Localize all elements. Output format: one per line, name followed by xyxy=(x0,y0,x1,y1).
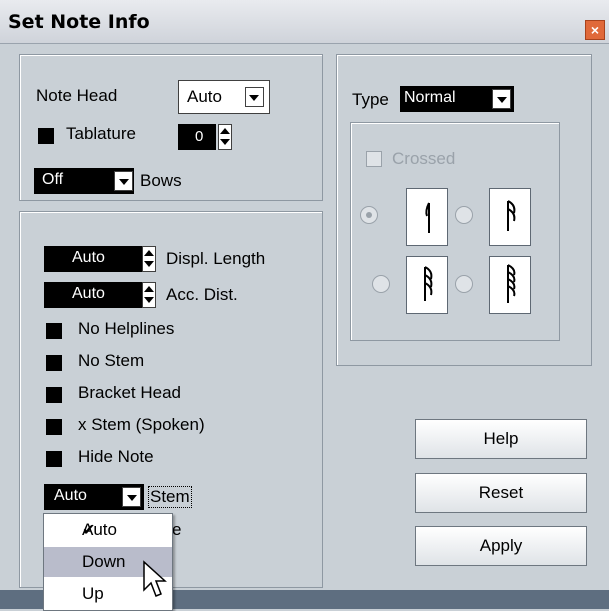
note-head-combo[interactable]: Auto xyxy=(178,80,270,114)
flag-note-icon[interactable] xyxy=(406,188,448,246)
quad-flag-note-icon[interactable] xyxy=(489,256,531,314)
hide-note-label: Hide Note xyxy=(78,447,154,466)
note-head-label: Note Head xyxy=(36,86,118,105)
title-bar[interactable]: Set Note Info × xyxy=(0,0,609,44)
reset-button[interactable]: Reset xyxy=(415,473,587,513)
tablature-label: Tablature xyxy=(66,124,136,143)
bracket-head-label: Bracket Head xyxy=(78,383,181,402)
stem-style-radio-1[interactable] xyxy=(360,206,378,224)
bows-combo[interactable]: Off xyxy=(34,168,134,194)
displ-length-value: Auto xyxy=(72,249,105,266)
window-title: Set Note Info xyxy=(8,11,150,33)
tablature-value-field[interactable]: 0 xyxy=(178,124,216,150)
displ-length-label: Displ. Length xyxy=(166,249,266,268)
triple-flag-note-icon[interactable] xyxy=(406,256,448,314)
double-flag-note-icon[interactable] xyxy=(489,188,531,246)
bows-value: Off xyxy=(42,171,64,188)
stem-value: Auto xyxy=(54,487,87,504)
close-icon[interactable]: × xyxy=(585,20,605,40)
x-stem-label: x Stem (Spoken) xyxy=(78,415,205,434)
note-head-value: Auto xyxy=(187,87,222,106)
bracket-head-checkbox[interactable] xyxy=(46,387,62,403)
stem-combo[interactable]: Auto xyxy=(44,484,144,510)
crossed-checkbox[interactable] xyxy=(366,151,382,167)
bows-label: Bows xyxy=(140,171,182,190)
crossed-label: Crossed xyxy=(392,149,456,168)
acc-dist-label: Acc. Dist. xyxy=(166,285,238,304)
stem-style-radio-2[interactable] xyxy=(455,206,473,224)
no-helplines-label: No Helplines xyxy=(78,319,175,338)
menu-item-up-label: Up xyxy=(82,584,104,603)
stem-style-radio-4[interactable] xyxy=(455,275,473,293)
displ-length-spinner[interactable] xyxy=(142,246,156,272)
stem-label: Stem xyxy=(148,486,192,508)
no-stem-label: No Stem xyxy=(78,351,145,370)
obscured-label-tail: e xyxy=(172,520,182,539)
x-stem-checkbox[interactable] xyxy=(46,419,62,435)
acc-dist-spinner[interactable] xyxy=(142,282,156,308)
help-button[interactable]: Help xyxy=(415,419,587,459)
mouse-cursor-icon xyxy=(143,560,167,597)
type-value: Normal xyxy=(404,89,456,106)
menu-item-auto-label: Auto xyxy=(82,520,117,539)
menu-item-auto[interactable]: ✔ Auto xyxy=(44,515,172,545)
chevron-down-icon[interactable] xyxy=(245,87,264,107)
stem-style-radio-3[interactable] xyxy=(372,275,390,293)
set-note-info-dialog: Set Note Info × Note Head Auto Tablature… xyxy=(0,0,609,611)
menu-item-down-label: Down xyxy=(82,552,126,571)
chevron-down-icon[interactable] xyxy=(122,487,141,507)
tablature-value: 0 xyxy=(195,128,204,145)
tablature-spinner[interactable] xyxy=(218,124,232,150)
acc-dist-field[interactable]: Auto xyxy=(44,282,142,308)
tablature-checkbox[interactable] xyxy=(38,128,54,144)
type-label: Type xyxy=(352,90,389,109)
displ-length-field[interactable]: Auto xyxy=(44,246,142,272)
no-stem-checkbox[interactable] xyxy=(46,355,62,371)
hide-note-checkbox[interactable] xyxy=(46,451,62,467)
apply-button[interactable]: Apply xyxy=(415,526,587,566)
chevron-down-icon[interactable] xyxy=(492,89,511,109)
type-combo[interactable]: Normal xyxy=(400,86,514,112)
chevron-down-icon[interactable] xyxy=(114,171,133,191)
acc-dist-value: Auto xyxy=(72,285,105,302)
no-helplines-checkbox[interactable] xyxy=(46,323,62,339)
